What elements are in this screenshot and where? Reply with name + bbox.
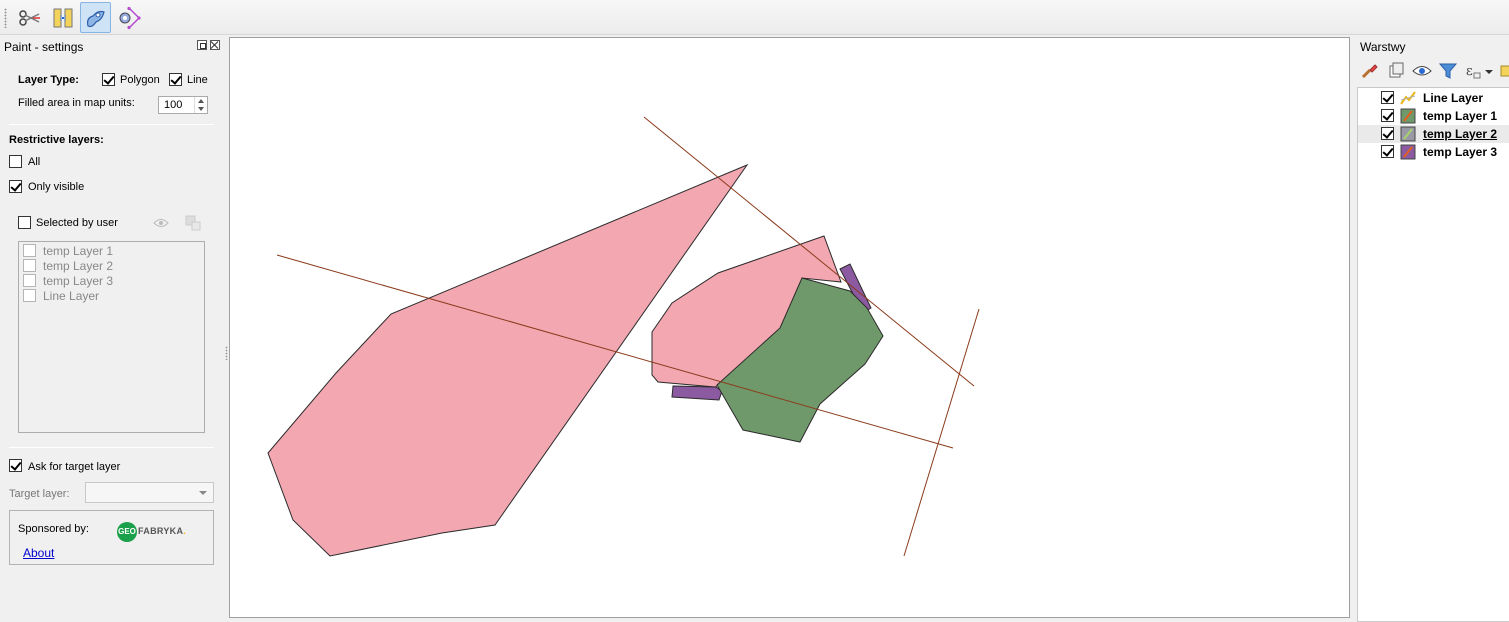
list-item-checkbox[interactable] [23,274,36,287]
filter-icon[interactable] [1438,62,1458,80]
target-layer-select[interactable] [85,482,214,503]
panel-title: Paint - settings [4,40,84,54]
scissors-icon [19,10,40,26]
list-item-label: temp Layer 1 [43,244,114,258]
plugin-toolbar [0,0,1509,35]
only-visible-label: Only visible [28,181,85,193]
layer-visibility-checkbox[interactable] [1381,109,1394,122]
dropdown-arrow-icon[interactable] [1483,62,1495,80]
target-layer-label: Target layer: [9,488,70,500]
restrictive-layer-list: temp Layer 1 temp Layer 2 temp Layer 3 L… [18,241,205,433]
list-item-checkbox[interactable] [23,289,36,302]
selected-by-user-checkbox[interactable] [18,216,31,229]
visibility-eye-icon[interactable] [1412,62,1432,80]
geo-logo-word: FABRYKA [138,526,184,536]
split-features-icon [53,8,73,28]
list-item-label: temp Layer 2 [43,259,114,273]
layer-row-temp-layer-1[interactable]: temp Layer 1 [1358,107,1509,125]
filled-area-spinbox[interactable]: 100 [158,96,208,114]
ask-target-layer-label: Ask for target layer [28,461,121,473]
filled-area-label: Filled area in map units: [18,97,135,109]
polygon-layer-grey-icon [1400,126,1416,142]
line-feature-3[interactable] [903,308,980,557]
list-item-label: Line Layer [43,289,100,303]
list-item-label: temp Layer 3 [43,274,114,288]
ask-target-layer-checkbox[interactable] [9,459,22,472]
paint-settings-panel: Paint - settings Layer Type: Polygon Lin… [0,36,222,618]
layer-name: temp Layer 1 [1423,109,1498,123]
polygon-checkbox[interactable] [102,73,115,86]
line-layer-icon [1400,91,1416,105]
polygon-label: Polygon [120,74,160,86]
line-checkbox[interactable] [169,73,182,86]
geofabryka-logo[interactable]: GEO FABRYKA. [117,521,197,543]
svg-text:ε: ε [1466,64,1473,79]
divider [9,447,214,448]
layer-visibility-checkbox[interactable] [1381,91,1394,104]
list-item-checkbox[interactable] [23,259,36,272]
filled-area-value: 100 [164,99,183,111]
add-group-icon[interactable] [1386,62,1406,80]
split-scissors-button[interactable] [13,2,44,33]
eye-icon[interactable] [153,217,169,229]
restrictive-layers-heading: Restrictive layers: [9,134,104,146]
layer-visibility-checkbox[interactable] [1381,145,1394,158]
layer-row-temp-layer-3[interactable]: temp Layer 3 [1358,143,1509,161]
close-panel-icon[interactable] [210,40,220,50]
spin-arrows-icon[interactable] [194,97,207,113]
all-checkbox[interactable] [9,155,22,168]
all-label: All [28,156,41,168]
only-visible-checkbox[interactable] [9,180,22,193]
polygon-layer-green-icon [1400,108,1416,124]
layer-type-label: Layer Type: [18,74,79,86]
paint-tool-button[interactable] [80,2,111,33]
select-layers-icon[interactable] [185,215,201,231]
line-label: Line [187,74,208,86]
geo-logo-text: FABRYKA. [138,526,186,536]
layer-row-line-layer[interactable]: Line Layer [1358,89,1509,107]
map-drawing [267,116,980,557]
split-features-button[interactable] [47,2,78,33]
vertex-tool-icon [119,6,141,30]
layer-row-temp-layer-2[interactable]: temp Layer 2 [1358,125,1509,143]
collapse-icon[interactable] [1500,62,1509,80]
sponsored-by-label: Sponsored by: [18,523,89,535]
style-brush-icon[interactable] [1360,62,1380,80]
layers-panel: Warstwy ε Line Layer temp Layer 1 temp L… [1352,36,1509,622]
layer-name: temp Layer 3 [1423,145,1498,159]
layer-tree: Line Layer temp Layer 1 temp Layer 2 tem… [1357,87,1509,622]
layers-panel-title: Warstwy [1360,40,1406,54]
geo-logo-circle: GEO [117,522,137,542]
list-item-checkbox[interactable] [23,244,36,257]
paint-brush-icon [86,10,105,28]
layer-name: Line Layer [1423,91,1484,105]
about-link[interactable]: About [23,546,54,560]
vertex-tool-button[interactable] [113,2,144,33]
sponsor-box: Sponsored by: GEO FABRYKA. About [9,510,214,565]
geo-logo-dot: . [183,526,187,536]
layer-name: temp Layer 2 [1423,127,1498,141]
left-splitter-handle[interactable] [225,346,228,360]
toolbar-grip[interactable] [4,8,7,28]
purple-polygon-lower[interactable] [671,385,723,401]
divider [9,124,214,125]
layer-visibility-checkbox[interactable] [1381,127,1394,140]
selected-by-user-label: Selected by user [36,217,118,229]
map-canvas[interactable] [229,37,1350,618]
expression-filter-icon[interactable]: ε [1464,62,1484,80]
float-panel-icon[interactable] [197,40,207,50]
polygon-layer-purple-icon [1400,144,1416,160]
